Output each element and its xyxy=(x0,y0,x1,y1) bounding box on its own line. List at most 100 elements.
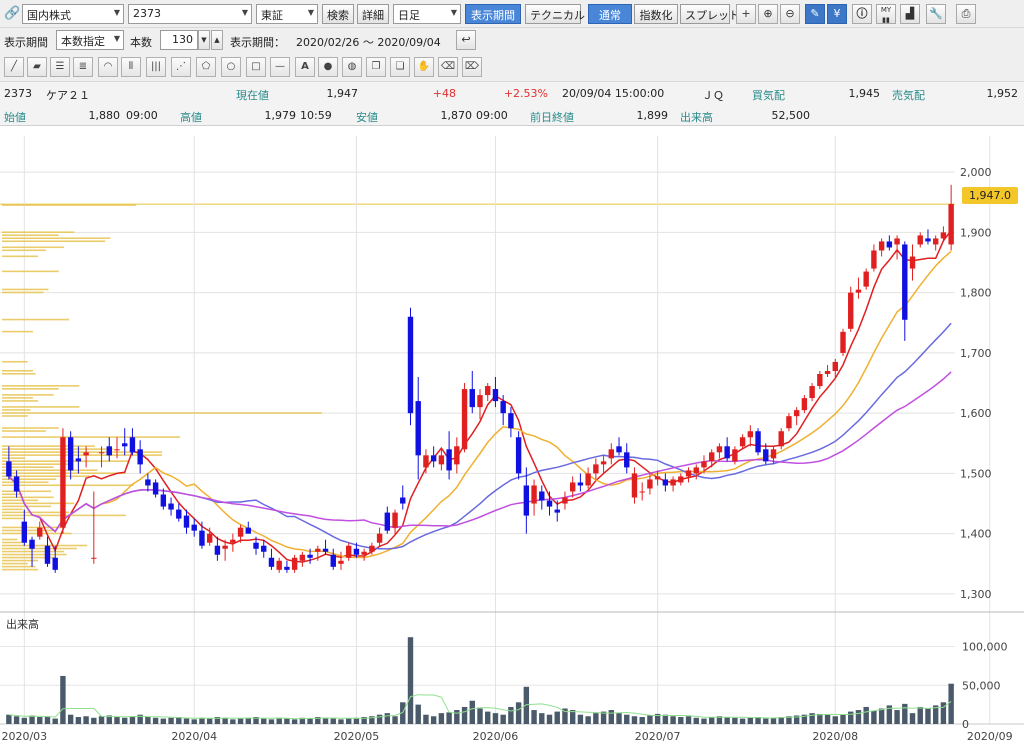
candle-body xyxy=(747,431,754,438)
hand-icon[interactable]: ✋ xyxy=(414,57,434,77)
volume-profile-bar xyxy=(2,496,54,499)
candle-body xyxy=(863,271,869,287)
crosshair-icon[interactable]: + xyxy=(736,4,756,24)
volume-bar xyxy=(237,718,244,724)
vertical-lines-icon[interactable]: ⦀ xyxy=(121,57,141,77)
volume-profile-bar xyxy=(2,204,137,206)
text-icon[interactable]: A xyxy=(295,57,315,77)
volume-bar xyxy=(129,716,136,724)
market-select[interactable]: 国内株式 ▼ xyxy=(22,4,124,24)
candle-body xyxy=(940,232,947,239)
circle-icon[interactable]: ○ xyxy=(221,57,241,77)
mode-select[interactable]: 本数指定 ▼ xyxy=(56,30,124,50)
volume-bar xyxy=(631,716,638,724)
link-icon[interactable]: 🔗 xyxy=(4,7,20,21)
search-button[interactable]: 検索 xyxy=(322,4,354,24)
count-down-icon[interactable]: ▼ xyxy=(198,30,210,50)
volume-profile-bar xyxy=(2,430,46,432)
volume-bar xyxy=(508,706,514,724)
copy-alt-icon[interactable]: ❏ xyxy=(390,57,410,77)
fibonacci-icon[interactable]: ⋰ xyxy=(171,57,191,77)
volume-bar xyxy=(500,714,506,724)
price-tick-label: 1,900 xyxy=(960,226,992,239)
candle-body xyxy=(948,204,954,245)
candle-body xyxy=(523,485,530,516)
candle-body xyxy=(562,497,568,504)
pentagon-icon[interactable]: ⬠ xyxy=(196,57,216,77)
technical-button[interactable]: テクニカル xyxy=(525,4,585,24)
stock-chart[interactable]: 2,000 1,900 1,800 1,700 1,600 1,500 1,400 1,300… xyxy=(0,126,1024,751)
normal-button[interactable]: 通常 xyxy=(588,4,632,24)
volume-bar xyxy=(160,718,167,724)
undo-icon[interactable]: ↩ xyxy=(456,30,476,50)
detail-button[interactable]: 詳細 xyxy=(357,4,389,24)
volume-profile-bar xyxy=(2,385,80,387)
yen-icon[interactable]: ¥ xyxy=(827,4,847,24)
volume-profile-bar xyxy=(2,508,23,511)
zoom-out-icon[interactable]: ⊖ xyxy=(780,4,800,24)
candle-body xyxy=(701,461,707,468)
code-input[interactable]: 2373 ▼ xyxy=(128,4,252,24)
my-icon[interactable]: MY ▮▮ xyxy=(876,4,896,24)
index-button[interactable]: 指数化 xyxy=(634,4,678,24)
volume-bar xyxy=(894,710,900,724)
volume-profile-bar xyxy=(2,445,95,447)
price-tick-label: 1,800 xyxy=(960,287,992,300)
display-period-button[interactable]: 表示期間 xyxy=(465,4,521,24)
rectangle-icon[interactable]: □ xyxy=(246,57,266,77)
fan-icon[interactable]: ◠ xyxy=(98,57,118,77)
volume-bar xyxy=(52,718,58,724)
period-select[interactable]: 日足 ▼ xyxy=(393,4,461,24)
drawing-toolbar: ╱ ▰ ☰ ≣ ◠ ⦀ ||| ⋰ ⬠ ○ □ — A ● ◍ ❐ ❏ ✋ ⌫ … xyxy=(0,54,1024,82)
volume-bar xyxy=(145,717,151,724)
wrench-icon[interactable]: 🔧 xyxy=(926,4,946,24)
candle-body xyxy=(631,473,638,498)
stamp-icon[interactable]: ● xyxy=(318,57,338,77)
period-bar: 表示期間 本数指定 ▼ 本数 130 ▼ ▲ 表示期間： 2020/02/26 ～… xyxy=(0,28,1024,54)
volume-profile-bar xyxy=(2,406,80,408)
volume-bar xyxy=(114,717,120,724)
info-icon[interactable]: ⓘ xyxy=(852,4,872,24)
candle-body xyxy=(361,551,367,555)
trendline-icon[interactable]: ╱ xyxy=(4,57,24,77)
spread-button[interactable]: スプレッド xyxy=(680,4,740,24)
volume-profile-bar xyxy=(2,562,28,565)
list-icon[interactable]: ☰ xyxy=(50,57,70,77)
candle-body xyxy=(840,331,846,353)
candle-body xyxy=(299,554,306,561)
count-input[interactable]: 130 xyxy=(160,30,198,50)
volume-bar xyxy=(678,717,684,724)
eraser-icon[interactable]: ▰ xyxy=(27,57,47,77)
volume-bar xyxy=(948,683,954,724)
volume-bar xyxy=(37,717,43,724)
volume-bar xyxy=(855,710,862,724)
list-lines-icon[interactable]: ≣ xyxy=(73,57,93,77)
volume-profile-bar xyxy=(2,547,77,550)
copy-icon[interactable]: ❐ xyxy=(366,57,386,77)
chevron-down-icon: ▼ xyxy=(113,34,120,43)
count-label: 本数 xyxy=(130,36,152,49)
cycle-lines-icon[interactable]: ||| xyxy=(146,57,166,77)
icon-stamp-icon[interactable]: ◍ xyxy=(342,57,362,77)
volume-bar xyxy=(284,718,290,724)
pencil-icon[interactable]: ✎ xyxy=(805,4,825,24)
horizontal-line-icon[interactable]: — xyxy=(270,57,290,77)
erase-one-icon[interactable]: ⌫ xyxy=(438,57,458,77)
open-time: 09:00 xyxy=(126,109,158,122)
count-up-icon[interactable]: ▲ xyxy=(211,30,223,50)
candle-body xyxy=(786,416,792,429)
candle-body xyxy=(129,437,136,453)
candle-body xyxy=(176,509,182,519)
exchange-select[interactable]: 東証 ▼ xyxy=(256,4,318,24)
zoom-in-icon[interactable]: ⊕ xyxy=(758,4,778,24)
candle-body xyxy=(137,449,143,465)
erase-all-icon[interactable]: ⌦ xyxy=(462,57,482,77)
quote-row-1: 2373 ケア２１ 現在値 1,947 +48 +2.53% 20/09/04 … xyxy=(0,82,1024,104)
print-icon[interactable]: ⎙ xyxy=(956,4,976,24)
volume-profile-bar xyxy=(2,463,70,465)
candle-body xyxy=(183,515,190,528)
ask-label: 売気配 xyxy=(892,89,925,102)
area-chart-icon[interactable]: ▟ xyxy=(900,4,920,24)
volume-bar xyxy=(384,713,391,724)
x-tick-label: 2020/06 xyxy=(473,730,519,743)
